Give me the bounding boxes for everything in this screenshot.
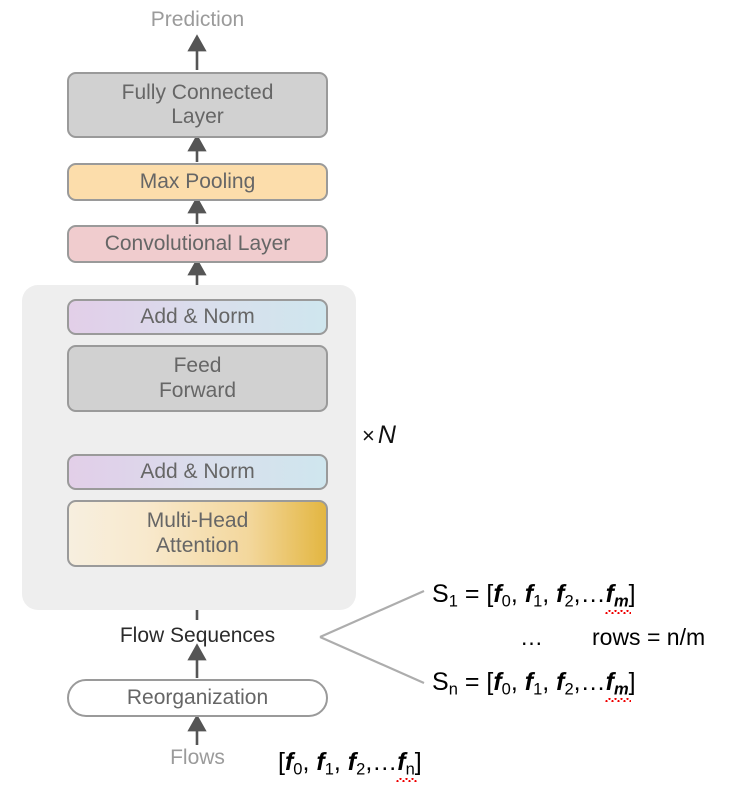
s1-name: S bbox=[432, 580, 449, 608]
formula-vertical-ellipsis: … bbox=[520, 624, 543, 650]
s1-fm: f bbox=[605, 580, 614, 608]
s1-f2-sub: 2 bbox=[564, 592, 574, 611]
s1-equals: = [ bbox=[457, 580, 494, 608]
block-label-line1: Multi-Head bbox=[146, 509, 249, 533]
block-convolutional-layer[interactable]: Convolutional Layer bbox=[67, 225, 328, 263]
sn-fm-sub: m bbox=[613, 680, 629, 699]
block-label: Convolutional Layer bbox=[104, 231, 291, 255]
block-reorganization[interactable]: Reorganization bbox=[67, 679, 328, 717]
block-label: Max Pooling bbox=[139, 169, 256, 193]
label-flow-sequences: Flow Sequences bbox=[119, 624, 276, 647]
block-label-line1: Feed bbox=[173, 354, 222, 378]
flows-f2-sub: 2 bbox=[356, 760, 366, 779]
repeat-count: N bbox=[377, 421, 396, 449]
block-feed-forward[interactable]: Feed Forward bbox=[67, 345, 328, 412]
flows-open: [ bbox=[278, 748, 285, 776]
sn-equals: = [ bbox=[457, 668, 494, 696]
sn-f1-sub: 1 bbox=[533, 680, 543, 699]
multiply-sign: × bbox=[362, 423, 375, 448]
sn-name: S bbox=[432, 668, 449, 696]
block-label: Reorganization bbox=[126, 685, 269, 709]
block-max-pooling[interactable]: Max Pooling bbox=[67, 163, 328, 201]
s1-f1: f bbox=[524, 580, 534, 608]
label-repeat-n-times: × N bbox=[362, 421, 396, 450]
flows-close: ] bbox=[414, 748, 422, 776]
s1-f0: f bbox=[493, 580, 502, 608]
block-add-norm-top[interactable]: Add & Norm bbox=[67, 299, 328, 335]
flows-ellipsis: ,… bbox=[365, 748, 398, 776]
sn-close: ] bbox=[628, 668, 636, 696]
block-fully-connected-layer[interactable]: Fully Connected Layer bbox=[67, 72, 328, 138]
sn-ellipsis: ,… bbox=[573, 668, 606, 696]
label-prediction: Prediction bbox=[150, 8, 245, 31]
s1-close: ] bbox=[628, 580, 636, 608]
s1-fm-sub: m bbox=[613, 592, 629, 611]
sn-fm: f bbox=[605, 668, 614, 696]
formula-flows-vector: [f0, f1, f2,…fn] bbox=[278, 748, 422, 782]
sn-f1: f bbox=[524, 668, 534, 696]
block-label-line2: Layer bbox=[171, 105, 224, 128]
s1-ellipsis: ,… bbox=[573, 580, 606, 608]
sn-f0: f bbox=[493, 668, 502, 696]
block-label: Add & Norm bbox=[140, 304, 255, 328]
s1-f0-sub: 0 bbox=[501, 592, 511, 611]
formula-s1: S1 = [f0, f1, f2,…fm] bbox=[432, 580, 636, 614]
flows-fn-sub: n bbox=[405, 760, 415, 779]
diagram-canvas: Fully Connected Layer Max Pooling Convol… bbox=[0, 0, 743, 793]
block-add-norm-bottom[interactable]: Add & Norm bbox=[67, 454, 328, 490]
flows-f2: f bbox=[347, 748, 357, 776]
formula-rows: rows = n/m bbox=[592, 624, 706, 650]
sn-f0-sub: 0 bbox=[501, 680, 511, 699]
sn-f2-sub: 2 bbox=[564, 680, 574, 699]
block-label: Add & Norm bbox=[140, 459, 255, 483]
formula-sn: Sn = [f0, f1, f2,…fm] bbox=[432, 668, 636, 702]
flows-f1: f bbox=[316, 748, 325, 776]
block-label-line1: Fully Connected bbox=[121, 80, 274, 104]
flows-f0-sub: 0 bbox=[293, 760, 303, 779]
sn-index: n bbox=[448, 680, 458, 699]
s1-index: 1 bbox=[448, 592, 458, 611]
block-multi-head-attention[interactable]: Multi-Head Attention bbox=[67, 500, 328, 567]
s1-f1-sub: 1 bbox=[533, 592, 543, 611]
flows-f1-sub: 1 bbox=[324, 760, 334, 779]
block-label-line2: Forward bbox=[158, 378, 237, 402]
block-label-line2: Attention bbox=[156, 533, 239, 557]
flows-fn: f bbox=[397, 748, 406, 776]
